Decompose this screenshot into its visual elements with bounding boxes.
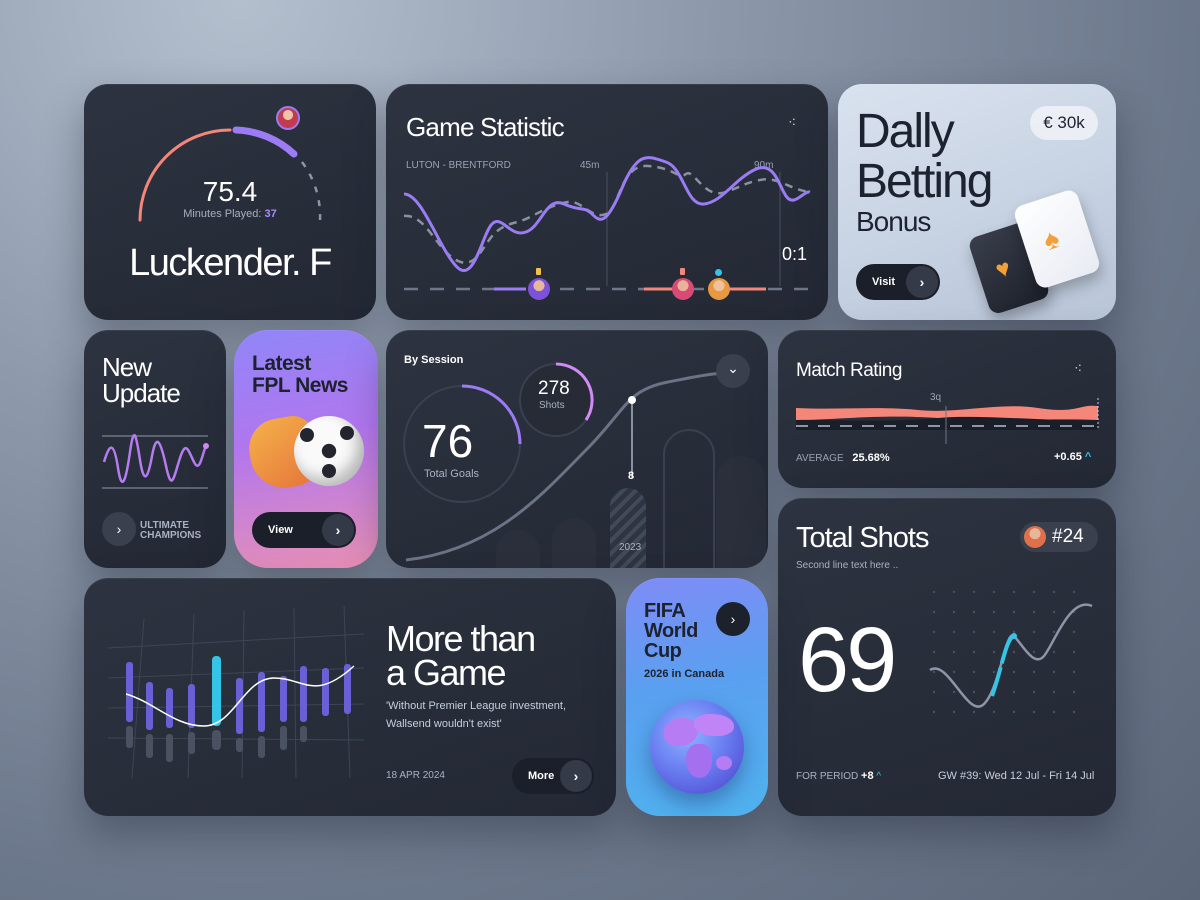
more-quote-line1: 'Without Premier League investment,	[386, 700, 567, 712]
more-date: 18 APR 2024	[386, 770, 445, 781]
rating-chart	[796, 398, 1099, 444]
new-update-card[interactable]: New Update › ULTIMATE CHAMPIONS	[84, 330, 226, 568]
update-arrow-button[interactable]: ›	[102, 512, 136, 546]
betting-title-line3: Bonus	[856, 206, 931, 237]
view-label: View	[268, 524, 293, 536]
year-bar	[610, 488, 646, 568]
soccer-ball-icon	[294, 416, 364, 486]
match-score: 0:1	[782, 244, 808, 264]
player-marker-1[interactable]	[528, 278, 550, 300]
match-rating-card[interactable]: Match Rating ⁖ 3q AVERAGE 25.68% +0.65 ^	[778, 330, 1116, 488]
wc-arrow-button[interactable]: ›	[716, 602, 750, 636]
sub-indicator-icon	[715, 269, 722, 276]
player-name: Luckender. F	[129, 242, 332, 284]
player-card[interactable]: 75.4 Minutes Played: 37 Luckender. F	[84, 84, 376, 320]
visit-label: Visit	[872, 276, 896, 288]
average-caption: AVERAGE 25.68%	[796, 452, 890, 464]
more-title-line2: a Game	[386, 652, 507, 693]
session-title: By Session	[404, 354, 464, 366]
session-card[interactable]: By Session ⌄ 76 Total Goals 278 Shots 8 …	[386, 330, 768, 568]
player-marker-3[interactable]	[708, 278, 730, 300]
player-marker-2[interactable]	[672, 278, 694, 300]
minutes-count: 37	[264, 208, 277, 220]
world-cup-card[interactable]: FIFA World Cup 2026 in Canada ›	[626, 578, 768, 816]
average-label: AVERAGE	[796, 453, 844, 464]
bonus-amount-badge: € 30k	[1030, 106, 1098, 140]
shots-value: 278	[538, 378, 570, 399]
year-label: 2023	[619, 542, 642, 553]
up-arrow-icon: ^	[876, 771, 882, 782]
wc-title-line3: Cup	[644, 640, 682, 662]
goals-value: 76	[422, 415, 474, 467]
game-statistic-chart	[403, 156, 811, 291]
visit-button[interactable]: Visit ›	[856, 264, 940, 300]
brand-line2: CHAMPIONS	[140, 530, 202, 541]
bar-value: 8	[628, 470, 635, 482]
fpl-news-card[interactable]: Latest FPL News View ›	[234, 330, 378, 568]
arrow-right-icon: ›	[730, 611, 736, 627]
fpl-title-line2: FPL News	[252, 374, 348, 397]
game-statistic-card[interactable]: Game Statistic ⁖ LUTON - BRENTFORD 45m 9…	[386, 84, 828, 320]
chevron-down-icon: ⌄	[727, 359, 739, 376]
total-shots-card[interactable]: Total Shots Second line text here .. #24…	[778, 498, 1116, 816]
rating-delta-value: +0.65	[1054, 451, 1082, 463]
total-shots-chart	[929, 590, 1093, 714]
betting-card[interactable]: Dally Betting Bonus € 30k ♥ ♠ Visit ›	[838, 84, 1116, 320]
more-than-game-card[interactable]: More than a Game 'Without Premier League…	[84, 578, 616, 816]
bars	[126, 656, 351, 762]
gameweek-label: GW #39: Wed 12 Jul - Fri 14 Jul	[938, 770, 1095, 782]
arrow-right-icon: ›	[560, 760, 592, 792]
period-value: +8	[861, 770, 874, 782]
playing-cards-icon: ♥ ♠	[967, 187, 1112, 318]
arrow-right-icon: ›	[116, 521, 122, 537]
more-quote-line2: Wallsend wouldn't exist'	[386, 718, 502, 730]
average-value: 25.68%	[852, 452, 890, 464]
minutes-value: 75.4	[202, 176, 258, 207]
arrow-right-icon: ›	[322, 514, 354, 546]
shots-label: Shots	[539, 400, 565, 411]
more-button[interactable]: More ›	[512, 758, 594, 794]
betting-title-line1: Dally	[856, 105, 955, 158]
minutes-label: Minutes Played:	[183, 208, 262, 220]
up-arrow-icon: ^	[1084, 451, 1092, 463]
goals-label: Total Goals	[424, 468, 480, 480]
view-button[interactable]: View ›	[252, 512, 356, 548]
yellow-card-icon	[536, 268, 541, 275]
chevron-down-button[interactable]: ⌄	[716, 354, 750, 388]
betting-title-line2: Betting	[856, 155, 993, 208]
globe-icon	[650, 700, 744, 794]
arrow-right-icon: ›	[906, 266, 938, 298]
red-card-icon	[680, 268, 685, 275]
player-avatar[interactable]	[276, 106, 300, 130]
period-caption: FOR PERIOD +8 ^	[796, 770, 881, 782]
period-label: FOR PERIOD	[796, 771, 859, 782]
rating-delta: +0.65 ^	[1054, 451, 1091, 463]
minutes-caption: Minutes Played: 37	[84, 208, 376, 220]
fpl-title-line1: Latest	[252, 352, 311, 375]
wc-subtitle: 2026 in Canada	[644, 668, 725, 680]
more-label: More	[528, 770, 555, 782]
bonus-amount: € 30k	[1043, 113, 1085, 132]
